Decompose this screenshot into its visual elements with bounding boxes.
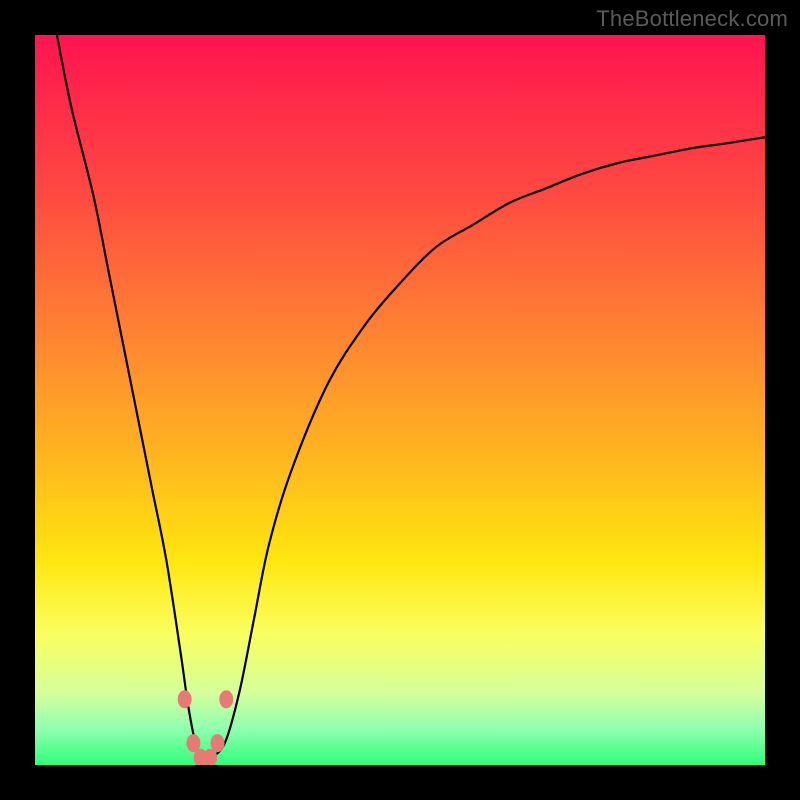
bottleneck-curve — [35, 35, 765, 765]
curve-marker — [219, 690, 233, 708]
plot-area — [35, 35, 765, 765]
curve-marker — [211, 734, 225, 752]
curve-path — [57, 35, 765, 760]
chart-frame: TheBottleneck.com — [0, 0, 800, 800]
watermark-text: TheBottleneck.com — [596, 6, 788, 32]
curve-marker — [178, 690, 192, 708]
curve-markers — [178, 690, 234, 765]
